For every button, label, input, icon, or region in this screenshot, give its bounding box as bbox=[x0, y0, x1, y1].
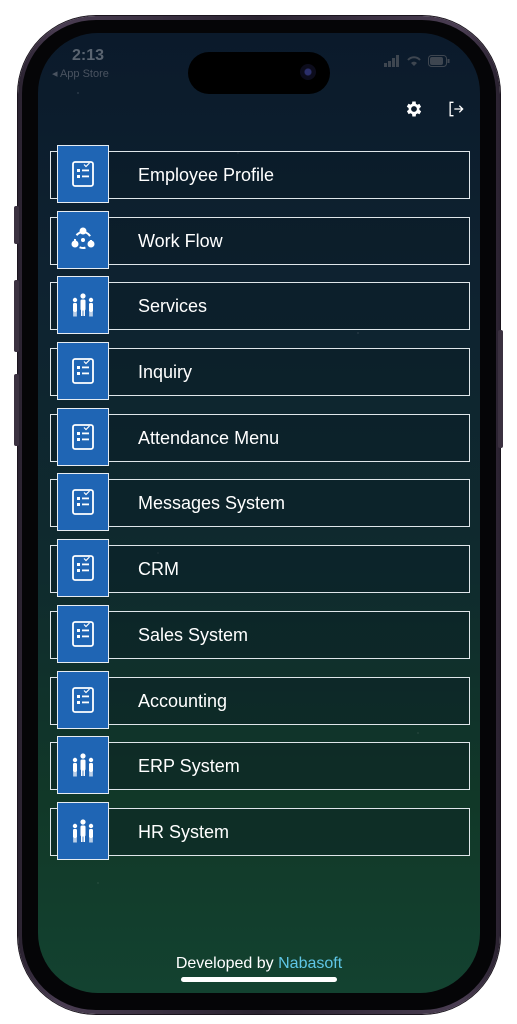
volume-up-button bbox=[14, 280, 19, 352]
checklist-icon bbox=[57, 342, 109, 401]
menu-item-crm[interactable]: CRM bbox=[50, 539, 470, 598]
menu-item-erp-system[interactable]: ERP System bbox=[50, 736, 470, 795]
volume-down-button bbox=[14, 374, 19, 446]
menu-item-services[interactable]: Services bbox=[50, 276, 470, 335]
team-icon bbox=[57, 736, 109, 795]
menu-item-label: HR System bbox=[138, 821, 230, 842]
menu-item-hr-system[interactable]: HR System bbox=[50, 801, 470, 860]
app-screen: 2:13 ◂ App Store Employee Profile Work Fl… bbox=[38, 33, 480, 993]
developer-link[interactable]: Nabasoft bbox=[278, 955, 342, 972]
menu-item-inquiry[interactable]: Inquiry bbox=[50, 342, 470, 401]
menu-item-messages-system[interactable]: Messages System bbox=[50, 473, 470, 532]
checklist-icon bbox=[57, 407, 109, 466]
menu-item-employee-profile[interactable]: Employee Profile bbox=[50, 145, 470, 203]
menu-item-label: Services bbox=[138, 296, 208, 317]
wifi-icon bbox=[406, 55, 422, 70]
footer-prefix: Developed by bbox=[175, 955, 274, 972]
menu-item-label: CRM bbox=[138, 559, 179, 580]
team-icon bbox=[57, 801, 109, 860]
status-icons bbox=[384, 55, 450, 70]
menu-item-label: Employee Profile bbox=[138, 165, 275, 185]
camera-icon bbox=[300, 64, 316, 80]
power-button bbox=[498, 330, 503, 448]
menu-item-label: Inquiry bbox=[138, 362, 193, 383]
logout-icon[interactable] bbox=[446, 99, 466, 124]
main-menu: Employee Profile Work Flow Services Inquiry… bbox=[50, 145, 470, 874]
gear-icon[interactable] bbox=[404, 99, 424, 124]
dynamic-island bbox=[188, 52, 330, 94]
header-actions bbox=[404, 99, 466, 124]
menu-item-accounting[interactable]: Accounting bbox=[50, 670, 470, 729]
team-icon bbox=[57, 276, 109, 335]
menu-item-label: Sales System bbox=[138, 624, 249, 645]
battery-icon bbox=[428, 55, 450, 70]
checklist-icon bbox=[57, 539, 109, 598]
checklist-icon bbox=[57, 670, 109, 729]
signal-icon bbox=[384, 55, 400, 70]
menu-item-label: ERP System bbox=[138, 756, 240, 777]
menu-item-label: Work Flow bbox=[138, 230, 223, 251]
checklist-icon bbox=[57, 473, 109, 532]
back-to-app-store[interactable]: ◂ App Store bbox=[52, 67, 109, 80]
menu-item-label: Accounting bbox=[138, 690, 228, 711]
menu-item-label: Attendance Menu bbox=[138, 427, 280, 448]
menu-item-attendance-menu[interactable]: Attendance Menu bbox=[50, 407, 470, 466]
action-button bbox=[14, 206, 19, 244]
checklist-icon bbox=[57, 145, 109, 203]
menu-item-work-flow[interactable]: Work Flow bbox=[50, 210, 470, 269]
home-indicator[interactable] bbox=[181, 977, 337, 982]
status-time: 2:13 bbox=[72, 47, 105, 64]
menu-item-label: Messages System bbox=[138, 493, 286, 514]
menu-item-sales-system[interactable]: Sales System bbox=[50, 604, 470, 663]
workflow-icon bbox=[57, 210, 109, 269]
footer: Developed by Nabasoft bbox=[38, 955, 480, 973]
checklist-icon bbox=[57, 604, 109, 663]
